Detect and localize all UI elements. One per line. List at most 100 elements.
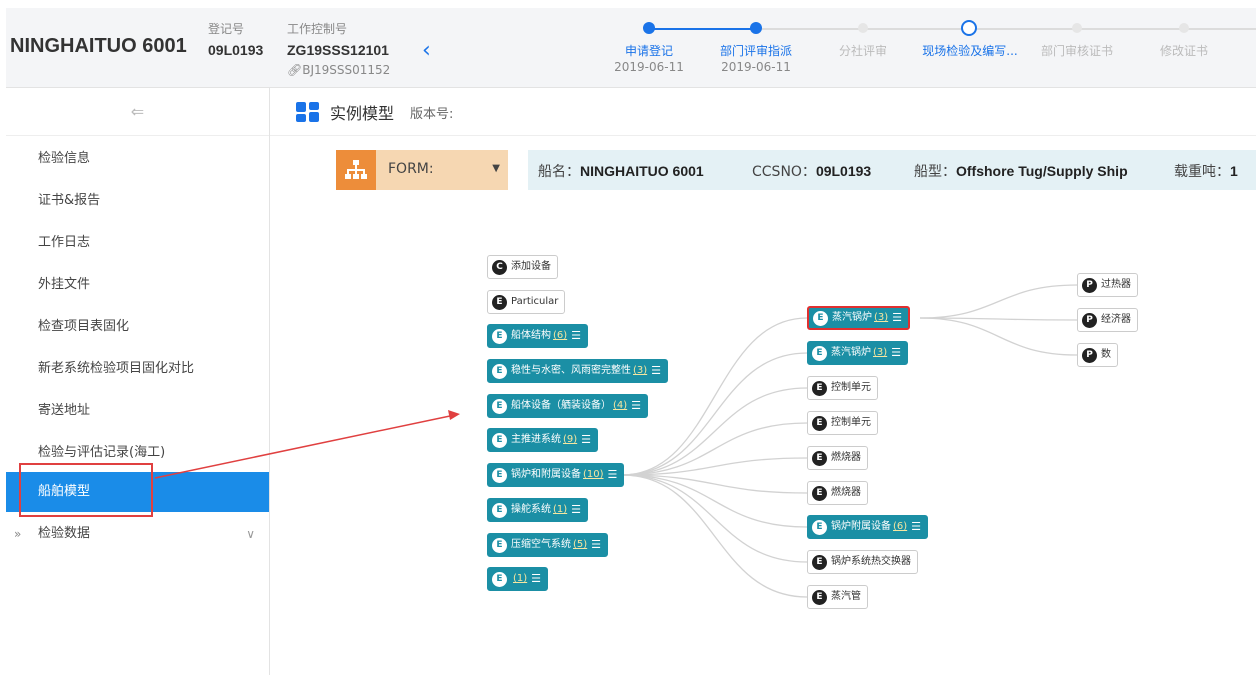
node-count[interactable]: (4)	[613, 395, 627, 417]
sidebar-item-attachments[interactable]: 外挂文件	[6, 265, 269, 305]
node-count[interactable]: (1)	[553, 499, 567, 521]
annotation-highlight-box	[19, 463, 153, 517]
step-current-dot	[961, 20, 977, 36]
node-type-badge: E	[812, 415, 827, 431]
node-type-badge: E	[812, 589, 827, 605]
node-label: 锅炉和附属设备	[511, 469, 581, 480]
tree-node[interactable]: E 操舵系统 (1) ☰	[487, 498, 589, 522]
node-type-badge: P	[1082, 277, 1097, 293]
ship-title: NINGHAITUO 6001	[10, 35, 187, 57]
node-label: 压缩空气系统	[511, 539, 571, 550]
tree-node[interactable]: E 燃烧器	[807, 446, 868, 470]
reg-label: 登记号	[208, 22, 245, 36]
tree-node[interactable]: P 过热器	[1077, 273, 1138, 297]
double-chevron-right-icon: »	[14, 527, 22, 541]
tree-node[interactable]: E Particular	[487, 290, 566, 314]
list-icon[interactable]: ☰	[651, 360, 661, 382]
tree-node[interactable]: C 添加设备	[487, 255, 558, 279]
node-count[interactable]: (10)	[583, 464, 604, 486]
list-icon[interactable]: ☰	[571, 325, 581, 347]
node-label: 数	[1101, 349, 1111, 360]
app-header: NINGHAITUO 6001 登记号 09L0193 工作控制号 ZG19SS…	[6, 8, 1256, 88]
node-count[interactable]: (3)	[874, 307, 888, 329]
node-label: 控制单元	[831, 417, 871, 428]
list-icon[interactable]: ☰	[891, 342, 901, 364]
step-pending-dot	[858, 23, 868, 33]
tree-node[interactable]: E 锅炉附属设备 (6) ☰	[807, 515, 929, 539]
node-label: 燃烧器	[831, 452, 861, 463]
org-chart-icon	[336, 150, 376, 190]
tree-node[interactable]: E 蒸汽锅炉 (3) ☰	[807, 341, 909, 365]
step-label[interactable]: 部门评审指派	[696, 42, 816, 59]
tree-node[interactable]: E 控制单元	[807, 376, 878, 400]
tree-node[interactable]: E 压缩空气系统 (5) ☰	[487, 533, 609, 557]
tree-node[interactable]: E 燃烧器	[807, 481, 868, 505]
step-done-dot	[643, 22, 655, 34]
tree-node[interactable]: E 蒸汽管	[807, 585, 868, 609]
tree-node[interactable]: E 蒸汽锅炉 (3) ☰	[807, 306, 911, 330]
node-count[interactable]: (9)	[563, 429, 577, 451]
step-pending-dot	[1072, 23, 1082, 33]
sidebar-item-inspection-data[interactable]: » 检验数据 ∨	[6, 514, 269, 554]
step-label[interactable]: 分社评审	[803, 42, 923, 59]
node-type-badge: E	[812, 380, 827, 396]
form-dropdown[interactable]: FORM: ▼	[336, 150, 508, 190]
tree-node[interactable]: E 船体结构 (6) ☰	[487, 324, 589, 348]
node-label: 锅炉系统热交换器	[831, 556, 911, 567]
step-label[interactable]: 现场检验及编写...	[910, 42, 1030, 59]
list-icon[interactable]: ☰	[531, 568, 541, 590]
step-date: 2019-06-11	[721, 60, 791, 74]
node-label: 船体设备（舾装设备）	[511, 400, 611, 411]
step-label[interactable]: 部门审核证书	[1017, 42, 1137, 59]
menu-collapse-icon[interactable]: ⇐	[6, 88, 269, 136]
step-date: 2019-06-11	[614, 60, 684, 74]
tree-node[interactable]: E 船体设备（舾装设备） (4) ☰	[487, 394, 649, 418]
step-label[interactable]: 修改证书	[1124, 42, 1244, 59]
node-type-badge: E	[492, 328, 507, 344]
tree-node[interactable]: E 主推进系统 (9) ☰	[487, 428, 599, 452]
node-count[interactable]: (3)	[633, 360, 647, 382]
ctrl-label: 工作控制号	[287, 22, 348, 36]
ctrl-sub: 🔗︎BJ19SSS01152	[287, 63, 391, 77]
sidebar-item-work-log[interactable]: 工作日志	[6, 223, 269, 263]
dwt-info: 载重吨：1	[1174, 163, 1238, 180]
list-icon[interactable]: ☰	[571, 499, 581, 521]
list-icon[interactable]: ☰	[591, 534, 601, 556]
list-icon[interactable]: ☰	[892, 307, 902, 329]
tree-node[interactable]: E 稳性与水密、风雨密完整性 (3) ☰	[487, 359, 669, 383]
sidebar-item-inspection-info[interactable]: 检验信息	[6, 139, 269, 179]
ship-type-info: 船型：Offshore Tug/Supply Ship	[914, 163, 1128, 180]
sidebar-item-checklist[interactable]: 检查项目表固化	[6, 307, 269, 347]
node-count[interactable]: (1)	[513, 568, 527, 590]
list-icon[interactable]: ☰	[911, 516, 921, 538]
node-type-badge: E	[492, 432, 507, 448]
sidebar-item-certificates[interactable]: 证书&报告	[6, 181, 269, 221]
node-type-badge: E	[492, 294, 507, 310]
tree-node[interactable]: P 经济器	[1077, 308, 1138, 332]
tree-node[interactable]: P数	[1077, 343, 1118, 367]
node-count[interactable]: (3)	[873, 342, 887, 364]
node-type-badge: E	[812, 554, 827, 570]
tree-node[interactable]: E (1) ☰	[487, 567, 549, 591]
node-type-badge: E	[492, 363, 507, 379]
step-label[interactable]: 申请登记	[589, 42, 709, 59]
tree-node[interactable]: E 锅炉和附属设备 (10) ☰	[487, 463, 625, 487]
node-type-badge: E	[813, 310, 828, 326]
node-count[interactable]: (6)	[553, 325, 567, 347]
sidebar-item-label: 检验数据	[38, 526, 91, 541]
node-label: 添加设备	[511, 261, 551, 272]
chevron-left-icon[interactable]: ‹	[422, 38, 442, 64]
sidebar-item-address[interactable]: 寄送地址	[6, 391, 269, 431]
list-icon[interactable]: ☰	[608, 464, 618, 486]
node-count[interactable]: (5)	[573, 534, 587, 556]
page-title: 实例模型	[330, 104, 395, 123]
tree-node[interactable]: E 锅炉系统热交换器	[807, 550, 918, 574]
node-count[interactable]: (6)	[893, 516, 907, 538]
sidebar-item-compare[interactable]: 新老系统检验项目固化对比	[6, 349, 269, 389]
list-icon[interactable]: ☰	[581, 429, 591, 451]
node-type-badge: E	[812, 485, 827, 501]
step-done-dot	[750, 22, 762, 34]
tree-node[interactable]: E 控制单元	[807, 411, 878, 435]
list-icon[interactable]: ☰	[631, 395, 641, 417]
node-type-badge: E	[812, 345, 827, 361]
